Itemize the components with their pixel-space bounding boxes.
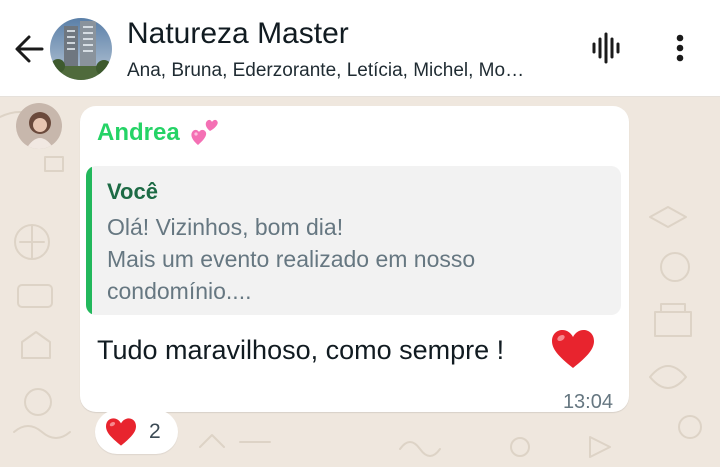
red-heart-emoji	[106, 418, 136, 446]
quote-line: Mais um evento realizado em nosso	[107, 246, 476, 272]
arrow-left-icon	[15, 35, 44, 63]
more-vertical-icon	[676, 34, 684, 62]
reaction-badge[interactable]: 2	[95, 410, 178, 454]
message-time: 13:04	[562, 391, 613, 413]
group-avatar[interactable]	[50, 18, 112, 80]
quote-author: Você	[107, 179, 158, 204]
quote-line: condomínio....	[107, 278, 252, 304]
chat-area[interactable]: Andrea Você Olá! Vizinhos, bom dia! Mais…	[0, 97, 720, 467]
voice-chat-button[interactable]	[586, 28, 626, 68]
header-info[interactable]: Natureza Master Ana, Bruna, Ederzorante,…	[127, 14, 567, 86]
group-members: Ana, Bruna, Ederzorante, Letícia, Michel…	[127, 60, 525, 81]
reaction-count: 2	[149, 420, 161, 443]
more-options-button[interactable]	[660, 28, 700, 68]
red-heart-emoji	[552, 330, 594, 368]
group-title: Natureza Master	[127, 17, 349, 50]
quote-line: Olá! Vizinhos, bom dia!	[107, 214, 344, 240]
chat-header: Natureza Master Ana, Bruna, Ederzorante,…	[0, 0, 720, 97]
message-text: Tudo maravilhoso, como sempre !	[97, 335, 505, 365]
message-bubble[interactable]: Andrea Você Olá! Vizinhos, bom dia! Mais…	[80, 106, 629, 413]
voice-waveform-icon	[592, 32, 620, 64]
quote-accent-bar	[86, 166, 92, 315]
back-button[interactable]	[10, 30, 48, 68]
two-hearts-emoji	[191, 119, 218, 145]
sender-name[interactable]: Andrea	[97, 118, 180, 148]
quoted-message[interactable]: Você Olá! Vizinhos, bom dia! Mais um eve…	[86, 166, 621, 315]
sender-avatar[interactable]	[16, 103, 62, 149]
